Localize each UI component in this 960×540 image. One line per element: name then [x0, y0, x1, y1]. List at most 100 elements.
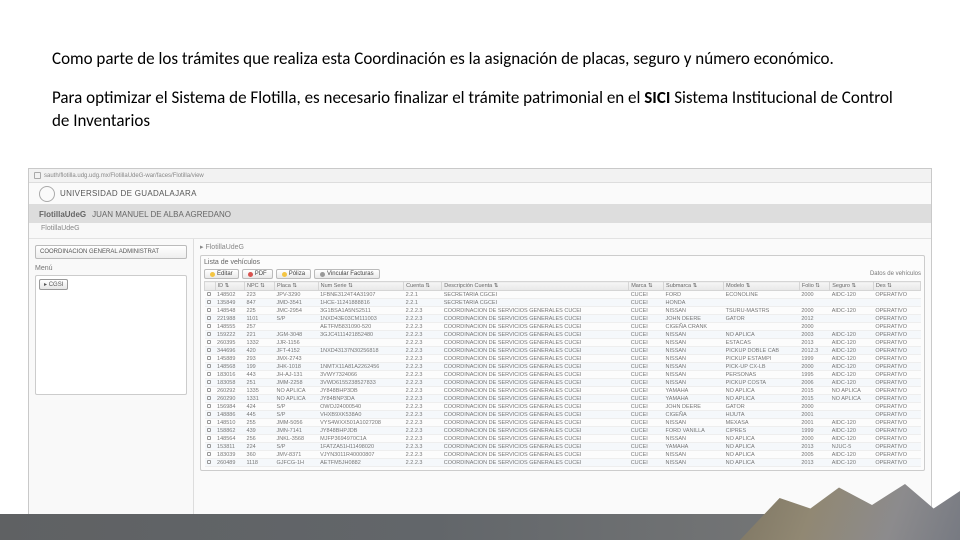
org-dropdown[interactable]: COORDINACION GENERAL ADMINISTRAT — [35, 245, 187, 259]
table-cell: JMC-2954 — [275, 307, 319, 315]
table-row[interactable]: 183058251JMM-22583VWD61552385278332.2.2.… — [205, 379, 921, 387]
table-row[interactable]: 148555257AETFM5831090-5202.2.2.3COORDINA… — [205, 323, 921, 331]
row-checkbox[interactable] — [207, 388, 211, 392]
col-header[interactable]: Placa ⇅ — [275, 282, 319, 291]
table-row[interactable]: 148510255JMM-5056VYS4WXX501A10272082.2.2… — [205, 419, 921, 427]
row-checkbox[interactable] — [207, 316, 211, 320]
table-row[interactable]: 2602901331NO APLICAJY84BNP3DA2.2.2.3COOR… — [205, 395, 921, 403]
table-cell: NISSAN — [664, 331, 724, 339]
tree-root-node[interactable]: ▸ CGSI — [39, 279, 68, 290]
table-cell: 221 — [245, 331, 275, 339]
table-row[interactable]: 148548225JMC-29543G1BSA1A5NS25112.2.2.3C… — [205, 307, 921, 315]
address-bar[interactable]: sauth/flotilla.udg.udg.mx/FlotillaUdeG-w… — [29, 169, 931, 183]
table-cell: 2000 — [799, 403, 829, 411]
row-checkbox[interactable] — [207, 364, 211, 368]
tree-panel: ▸ CGSI — [35, 275, 187, 395]
table-cell: 2012.3 — [799, 347, 829, 355]
row-checkbox[interactable] — [207, 444, 211, 448]
table-cell: 183058 — [215, 379, 244, 387]
col-header[interactable]: Modelo ⇅ — [724, 282, 800, 291]
table-cell: 2.2.2.3 — [404, 419, 442, 427]
row-checkbox[interactable] — [207, 308, 211, 312]
table-cell: VYS4WXX501A1027208 — [318, 419, 404, 427]
table-row[interactable]: 148568199JHK-10181NMTX11A81A22624562.2.2… — [205, 363, 921, 371]
table-cell: YAMAHA — [664, 387, 724, 395]
row-checkbox[interactable] — [207, 436, 211, 440]
row-checkbox[interactable] — [207, 348, 211, 352]
table-cell: OPERATIVO — [873, 331, 920, 339]
table-row[interactable]: 156984424S/POWOJ240005402.2.2.3COORDINAC… — [205, 403, 921, 411]
col-header[interactable]: NPC ⇅ — [245, 282, 275, 291]
table-cell: SECRETARIA CGCEI — [442, 299, 629, 307]
table-row[interactable]: 148564256JNKL-3568MJFP3694970C1A2.2.2.3C… — [205, 435, 921, 443]
table-cell: 260290 — [215, 395, 244, 403]
row-checkbox[interactable] — [207, 380, 211, 384]
table-cell: CUCEI — [629, 331, 664, 339]
col-header[interactable] — [205, 282, 216, 291]
table-cell: 2.2.2.3 — [404, 347, 442, 355]
table-cell: PICKUP DOBLE CAB — [724, 347, 800, 355]
row-checkbox[interactable] — [207, 396, 211, 400]
table-row[interactable]: 2604891118GJFCG-1HAETFM5JH08822.2.2.3COO… — [205, 459, 921, 467]
row-checkbox[interactable] — [207, 324, 211, 328]
table-row[interactable]: 344696420JFT-41521NXD43137N302568182.2.2… — [205, 347, 921, 355]
row-checkbox[interactable] — [207, 292, 211, 296]
row-checkbox[interactable] — [207, 340, 211, 344]
table-row[interactable]: 153811224S/P1FATZA51H114980202.2.3.3COOR… — [205, 443, 921, 451]
col-header[interactable]: Submarca ⇅ — [664, 282, 724, 291]
table-cell — [830, 323, 874, 331]
col-header[interactable]: Descripción Cuenta ⇅ — [442, 282, 629, 291]
table-row[interactable]: 2602921335NO APLICAJY848BHP3DB2.2.2.3COO… — [205, 387, 921, 395]
row-checkbox[interactable] — [207, 300, 211, 304]
col-header[interactable]: Marca ⇅ — [629, 282, 664, 291]
table-cell: COORDINACION DE SERVICIOS GENERALES CUCE… — [442, 419, 629, 427]
table-cell: 159222 — [215, 331, 244, 339]
table-row[interactable]: 2219881101S/P1NXD43E03CM1110032.2.2.3COO… — [205, 315, 921, 323]
table-cell: 2.2.2.3 — [404, 363, 442, 371]
col-header[interactable]: Des ⇅ — [873, 282, 920, 291]
pdf-button[interactable]: PDF — [242, 269, 273, 279]
row-checkbox[interactable] — [207, 412, 211, 416]
col-header[interactable]: ID ⇅ — [215, 282, 244, 291]
table-cell — [205, 323, 216, 331]
table-cell: 1101 — [245, 315, 275, 323]
table-row[interactable]: 2603951332JJR-1156 2.2.2.3COORDINACION D… — [205, 339, 921, 347]
table-row[interactable]: 145889293JMX-2743 2.2.2.3COORDINACION DE… — [205, 355, 921, 363]
row-checkbox[interactable] — [207, 460, 211, 464]
row-checkbox[interactable] — [207, 356, 211, 360]
table-cell: COORDINACION DE SERVICIOS GENERALES CUCE… — [442, 403, 629, 411]
poliza-button[interactable]: Póliza — [276, 269, 311, 279]
col-header[interactable]: Num Serie ⇅ — [318, 282, 404, 291]
row-checkbox[interactable] — [207, 428, 211, 432]
table-cell: CUCEI — [629, 403, 664, 411]
table-cell: JMN-7141 — [275, 427, 319, 435]
table-cell: HIJUTA — [724, 411, 800, 419]
row-checkbox[interactable] — [207, 420, 211, 424]
row-checkbox[interactable] — [207, 372, 211, 376]
table-cell: JFT-4152 — [275, 347, 319, 355]
row-checkbox[interactable] — [207, 332, 211, 336]
table-row[interactable]: 135849847JMD-35411HCE-112418888162.2.1SE… — [205, 299, 921, 307]
table-cell: JH-AJ-131 — [275, 371, 319, 379]
vincular-button[interactable]: Vincular Facturas — [314, 269, 380, 279]
table-row[interactable]: 183039360JMV-8371VJYN3011R400008072.2.2.… — [205, 451, 921, 459]
row-checkbox[interactable] — [207, 404, 211, 408]
table-cell: 2000 — [799, 363, 829, 371]
col-header[interactable]: Cuenta ⇅ — [404, 282, 442, 291]
table-cell: 260292 — [215, 387, 244, 395]
row-checkbox[interactable] — [207, 452, 211, 456]
table-row[interactable]: 159222221JGM-30483GJC41114218524802.2.2.… — [205, 331, 921, 339]
table-row[interactable]: 148886445S/PVHXB9XK538A02.2.2.3COORDINAC… — [205, 411, 921, 419]
editar-button[interactable]: Editar — [204, 269, 239, 279]
table-cell: 255 — [245, 419, 275, 427]
col-header[interactable]: Seguro ⇅ — [830, 282, 874, 291]
table-cell: 2000 — [799, 307, 829, 315]
table-row[interactable]: 158862439JMN-7141JY848BHPJDB2.2.2.3COORD… — [205, 427, 921, 435]
table-cell: GATOR — [724, 315, 800, 323]
table-row[interactable]: 148502223JPV-32901FBNE3124T4A319072.2.1S… — [205, 291, 921, 299]
table-cell: OPERATIVO — [873, 355, 920, 363]
col-header[interactable]: Folio ⇅ — [799, 282, 829, 291]
table-cell: COORDINACION DE SERVICIOS GENERALES CUCE… — [442, 363, 629, 371]
table-cell: 2.2.2.3 — [404, 331, 442, 339]
table-row[interactable]: 183016443JH-AJ-1313VWY73240662.2.2.3COOR… — [205, 371, 921, 379]
